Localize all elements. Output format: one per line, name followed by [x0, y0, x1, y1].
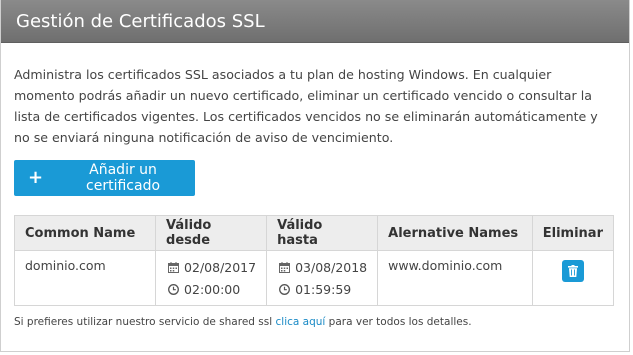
- column-header-alt-names: Alernative Names: [377, 215, 533, 251]
- delete-certificate-button[interactable]: [561, 260, 584, 282]
- ssl-panel: Gestión de Certificados SSL Administra l…: [0, 0, 630, 352]
- valid-to-date: 03/08/2018: [295, 259, 368, 275]
- valid-from-date: 02/08/2017: [184, 259, 257, 275]
- cell-valid-to: 03/08/2018 01:59:59: [266, 250, 379, 306]
- clock-icon: [166, 283, 180, 295]
- column-header-valid-from: Válido desde: [155, 215, 268, 251]
- calendar-icon: [166, 261, 180, 273]
- cell-common-name: dominio.com: [13, 250, 157, 306]
- page-title: Gestión de Certificados SSL: [16, 10, 265, 32]
- intro-text: Administra los certificados SSL asociado…: [14, 67, 598, 145]
- add-certificate-button[interactable]: + Añadir un certificado: [14, 160, 195, 196]
- footnote: Si prefieres utilizar nuestro servicio d…: [14, 316, 472, 328]
- column-header-delete: Eliminar: [531, 215, 615, 251]
- column-header-common-name: Common Name: [13, 215, 157, 251]
- trash-icon: [567, 265, 578, 277]
- calendar-icon: [277, 261, 291, 273]
- footnote-text-end: para ver todos los detalles.: [325, 316, 472, 328]
- cell-alt-names: www.dominio.com: [377, 250, 533, 306]
- footnote-link[interactable]: clica aquí: [276, 316, 326, 328]
- certificates-table: Common Name Válido desde Válido hasta Al…: [13, 215, 615, 306]
- valid-from-time: 02:00:00: [184, 281, 241, 297]
- valid-to-time: 01:59:59: [295, 281, 352, 297]
- table-header-row: Common Name Válido desde Válido hasta Al…: [13, 215, 615, 251]
- plus-icon: +: [28, 167, 44, 188]
- cell-valid-from: 02/08/2017 02:00:00: [155, 250, 268, 306]
- footnote-text: Si prefieres utilizar nuestro servicio d…: [14, 316, 276, 328]
- column-header-valid-to: Válido hasta: [266, 215, 379, 251]
- panel-header: Gestión de Certificados SSL: [1, 0, 629, 43]
- alt-names-value: www.dominio.com: [388, 258, 503, 273]
- clock-icon: [277, 283, 291, 295]
- common-name-value: dominio.com: [25, 258, 106, 273]
- table-row: dominio.com 02/08/2017 02:00:00 03/08/20…: [13, 250, 615, 306]
- cell-delete: [531, 250, 615, 306]
- add-certificate-label: Añadir un certificado: [86, 162, 161, 194]
